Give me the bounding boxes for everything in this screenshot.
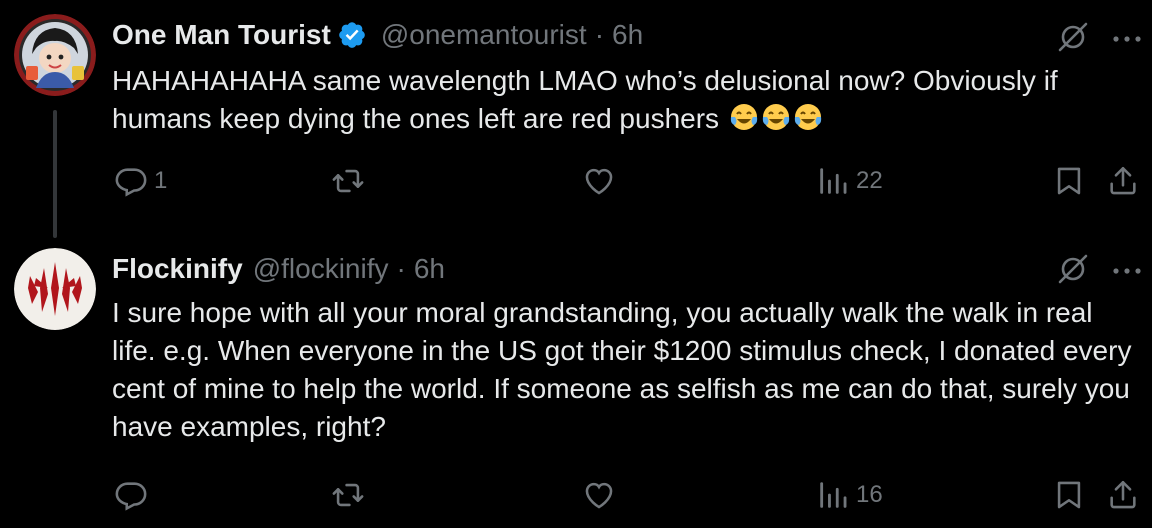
thread-connector-line [53,110,57,238]
tweet-action-bar: 16 [112,478,1152,518]
bookmark-button[interactable] [1052,478,1086,512]
like-button[interactable] [582,478,622,512]
grok-icon[interactable] [1056,20,1090,59]
like-button[interactable] [582,164,622,198]
reply-button[interactable] [114,478,154,512]
author-name[interactable]: One Man Tourist [112,18,331,52]
repost-icon [330,478,366,512]
views-button[interactable]: 22 [816,164,883,198]
tears-of-joy-emoji-icon [793,102,823,132]
tweet-timestamp[interactable]: 6h [612,18,643,52]
tweet-header: Flockinify @flockinify · 6h [112,252,445,286]
grok-icon[interactable] [1056,252,1090,291]
avatar-flockinify[interactable] [14,248,96,330]
views-button[interactable]: 16 [816,478,883,512]
separator-dot: · [594,19,605,50]
like-icon [582,164,616,198]
reply-icon [114,164,148,198]
avatar-onemantourist[interactable] [14,14,96,96]
views-icon [816,164,850,198]
tweet-action-bar: 1 22 [112,164,1152,204]
reply-icon [114,478,148,512]
tweet-top-actions [1056,20,1142,59]
author-handle[interactable]: @flockinify [253,252,389,286]
tweet-text: I sure hope with all your moral grandsta… [112,297,1132,442]
share-icon [1106,164,1140,198]
share-icon [1106,478,1140,512]
verified-badge-icon [337,20,367,50]
reply-button[interactable]: 1 [114,164,167,198]
tears-of-joy-emoji-icon [761,102,791,132]
tweet-text: HAHAHAHAHA same wavelength LMAO who’s de… [112,62,1142,138]
repost-icon [330,164,366,198]
views-icon [816,478,850,512]
more-icon[interactable] [1112,263,1142,281]
bookmark-button[interactable] [1052,164,1086,198]
share-button[interactable] [1106,478,1140,512]
views-count: 22 [856,167,883,194]
like-icon [582,478,616,512]
repost-button[interactable] [330,478,372,512]
tears-of-joy-emoji-icon [729,102,759,132]
tweet-header: One Man Tourist @onemantourist · 6h [112,18,643,52]
reply-count: 1 [154,167,168,194]
tweet-top-actions [1056,252,1142,291]
views-count: 16 [856,481,883,508]
tweet-2[interactable]: Flockinify @flockinify · 6h I sure hope … [0,238,1152,528]
tweet-1[interactable]: One Man Tourist @onemantourist · 6h HAHA… [0,0,1152,238]
author-name[interactable]: Flockinify [112,252,243,286]
author-handle[interactable]: @onemantourist [381,18,587,52]
bookmark-icon [1052,478,1086,512]
repost-button[interactable] [330,164,372,198]
share-button[interactable] [1106,164,1140,198]
bookmark-icon [1052,164,1086,198]
tweet-timestamp[interactable]: 6h [414,252,445,286]
tweet-text-content: HAHAHAHAHA same wavelength LMAO who’s de… [112,65,1058,134]
more-icon[interactable] [1112,31,1142,49]
separator-dot: · [396,253,406,284]
